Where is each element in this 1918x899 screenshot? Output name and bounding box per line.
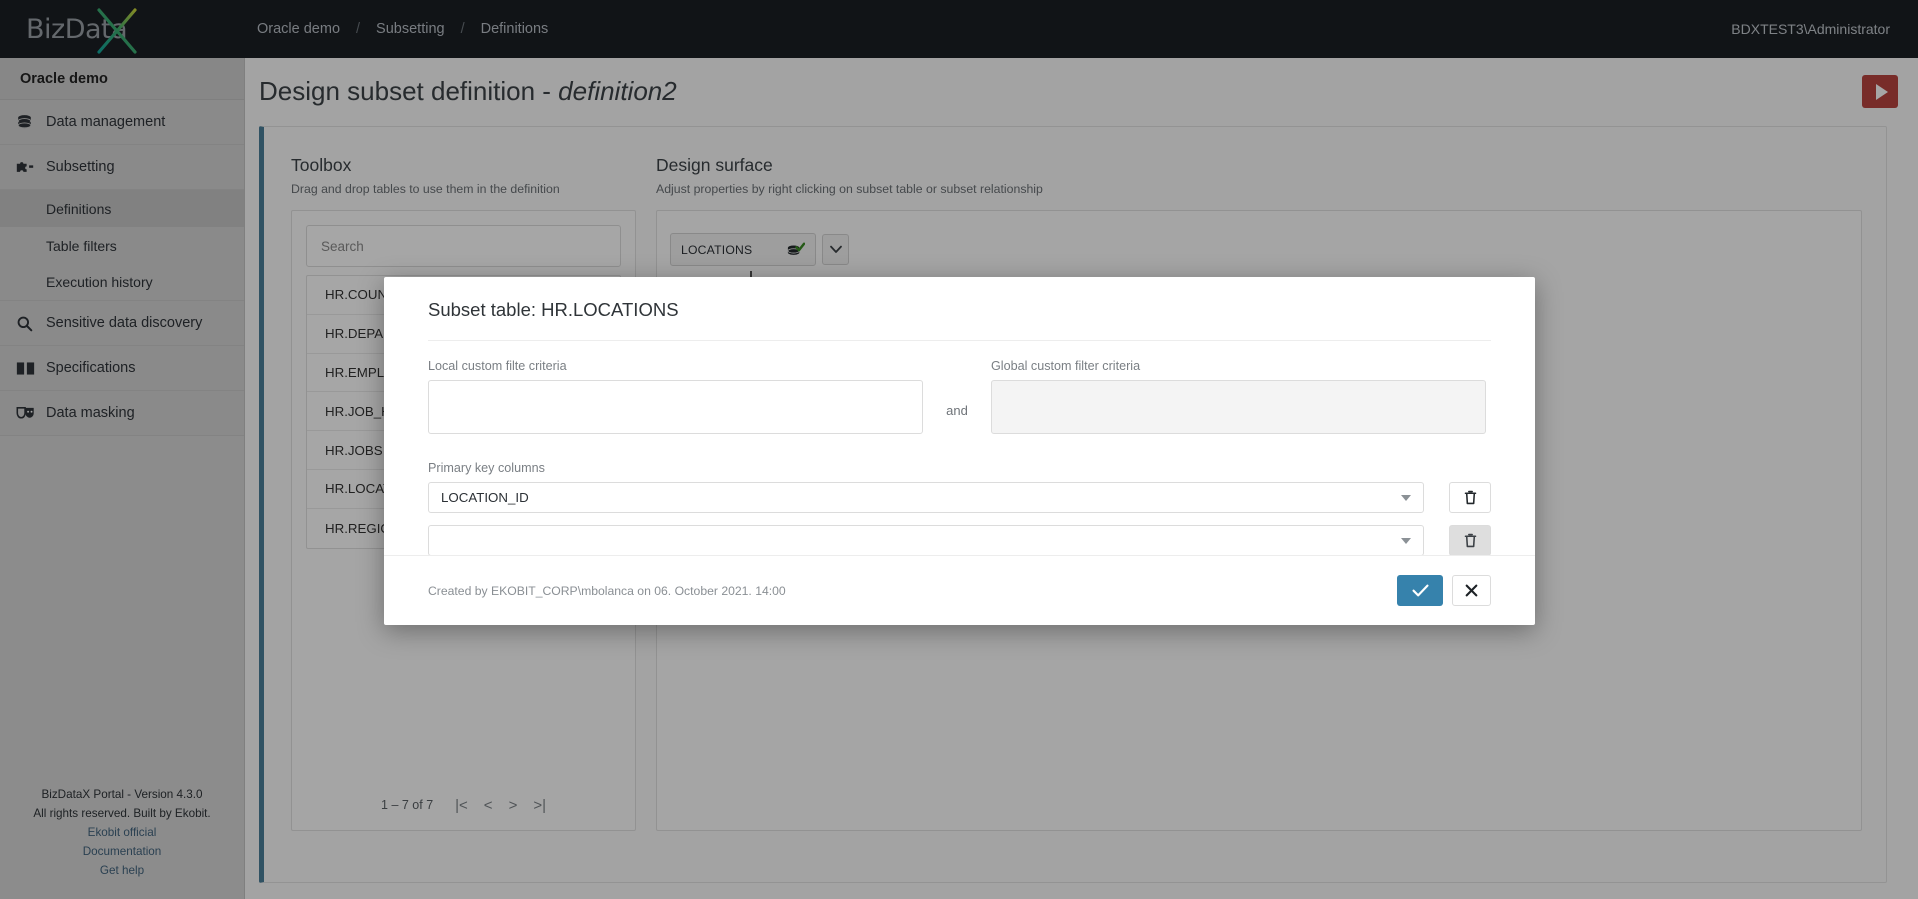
primary-key-row: LOCATION_ID bbox=[428, 482, 1491, 513]
primary-key-label: Primary key columns bbox=[428, 461, 545, 475]
delete-primary-key-button[interactable] bbox=[1449, 482, 1491, 513]
local-filter-input[interactable] bbox=[428, 380, 923, 434]
trash-icon bbox=[1464, 490, 1476, 505]
dialog-footer: Created by EKOBIT_CORP\mbolanca on 06. O… bbox=[384, 555, 1535, 625]
trash-icon bbox=[1464, 533, 1476, 548]
global-filter-group: Global custom filter criteria bbox=[991, 359, 1486, 439]
primary-key-row bbox=[428, 525, 1491, 556]
local-filter-group: Local custom filte criteria bbox=[428, 359, 923, 439]
primary-key-select[interactable]: LOCATION_ID bbox=[428, 482, 1424, 513]
and-operator-label: and bbox=[946, 402, 968, 418]
primary-key-section: Primary key columns LOCATION_ID bbox=[428, 461, 1491, 556]
local-filter-label: Local custom filte criteria bbox=[428, 359, 567, 373]
dialog-title: Subset table: HR.LOCATIONS bbox=[428, 299, 679, 320]
primary-key-select-value: LOCATION_ID bbox=[441, 490, 529, 505]
primary-key-select[interactable] bbox=[428, 525, 1424, 556]
created-by-text: Created by EKOBIT_CORP\mbolanca on 06. O… bbox=[428, 583, 786, 598]
delete-primary-key-button bbox=[1449, 525, 1491, 556]
chevron-down-icon bbox=[1401, 494, 1411, 501]
cancel-button[interactable] bbox=[1452, 575, 1491, 606]
confirm-button[interactable] bbox=[1397, 575, 1443, 606]
check-icon bbox=[1411, 584, 1429, 597]
app-root: BizData Oracle demo / Subsetting / Defin… bbox=[0, 0, 1918, 899]
dialog-body: Local custom filte criteria and Global c… bbox=[384, 340, 1535, 556]
global-filter-label: Global custom filter criteria bbox=[991, 359, 1141, 373]
chevron-down-icon bbox=[1401, 537, 1411, 544]
global-filter-input bbox=[991, 380, 1486, 434]
subset-table-dialog: Subset table: HR.LOCATIONS Local custom … bbox=[384, 277, 1535, 625]
filter-criteria-row: Local custom filte criteria and Global c… bbox=[428, 359, 1491, 439]
dialog-divider bbox=[428, 340, 1491, 341]
dialog-actions bbox=[1397, 575, 1491, 606]
close-icon bbox=[1465, 584, 1478, 597]
